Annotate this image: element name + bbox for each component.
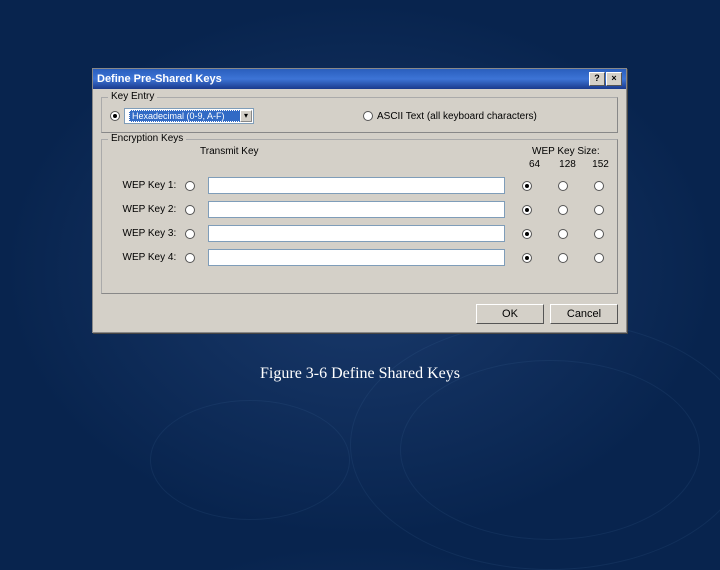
size-64-radio-2[interactable] xyxy=(522,205,532,215)
size-64-radio-4[interactable] xyxy=(522,253,532,263)
size-128-radio-2[interactable] xyxy=(558,205,568,215)
ascii-label: ASCII Text (all keyboard characters) xyxy=(377,111,537,122)
wep-key-row-1: WEP Key 1: xyxy=(110,177,609,194)
transmit-radio-4[interactable] xyxy=(185,253,195,263)
titlebar: Define Pre-Shared Keys ? × xyxy=(93,69,626,89)
hex-combo[interactable]: Hexadecimal (0-9, A-F) ▾ xyxy=(124,108,254,124)
size-128-label: 128 xyxy=(559,159,576,170)
size-64-radio-1[interactable] xyxy=(522,181,532,191)
hex-combo-text: Hexadecimal (0-9, A-F) xyxy=(129,110,249,122)
size-64-label: 64 xyxy=(526,159,543,170)
transmit-key-header: Transmit Key xyxy=(200,146,260,157)
wep-key-size-header: WEP Key Size: xyxy=(532,146,600,157)
wep-key-row-3: WEP Key 3: xyxy=(110,225,609,242)
key-entry-group: Key Entry Hexadecimal (0-9, A-F) ▾ ASCII… xyxy=(101,97,618,133)
wep-key-4-label: WEP Key 4: xyxy=(110,252,180,263)
wep-key-3-label: WEP Key 3: xyxy=(110,228,180,239)
encryption-keys-group: Encryption Keys Transmit Key WEP Key Siz… xyxy=(101,139,618,294)
transmit-radio-2[interactable] xyxy=(185,205,195,215)
dialog-define-preshared-keys: Define Pre-Shared Keys ? × Key Entry Hex… xyxy=(92,68,627,333)
wep-key-2-label: WEP Key 2: xyxy=(110,204,180,215)
wep-key-row-4: WEP Key 4: xyxy=(110,249,609,266)
size-128-radio-4[interactable] xyxy=(558,253,568,263)
help-button[interactable]: ? xyxy=(589,72,605,86)
radio-ascii[interactable] xyxy=(363,111,373,121)
titlebar-title: Define Pre-Shared Keys xyxy=(97,73,589,85)
wep-key-1-label: WEP Key 1: xyxy=(110,180,180,191)
wep-key-2-input[interactable] xyxy=(208,201,505,218)
size-152-label: 152 xyxy=(592,159,609,170)
ok-button[interactable]: OK xyxy=(476,304,544,324)
figure-caption: Figure 3-6 Define Shared Keys xyxy=(0,365,720,383)
size-152-radio-4[interactable] xyxy=(594,253,604,263)
size-128-radio-1[interactable] xyxy=(558,181,568,191)
transmit-radio-1[interactable] xyxy=(185,181,195,191)
wep-key-4-input[interactable] xyxy=(208,249,505,266)
wep-key-row-2: WEP Key 2: xyxy=(110,201,609,218)
close-button[interactable]: × xyxy=(606,72,622,86)
encryption-keys-group-label: Encryption Keys xyxy=(108,133,186,144)
transmit-radio-3[interactable] xyxy=(185,229,195,239)
radio-hex[interactable] xyxy=(110,111,120,121)
key-entry-group-label: Key Entry xyxy=(108,91,157,102)
chevron-down-icon[interactable]: ▾ xyxy=(240,110,252,122)
wep-key-3-input[interactable] xyxy=(208,225,505,242)
size-152-radio-3[interactable] xyxy=(594,229,604,239)
size-152-radio-2[interactable] xyxy=(594,205,604,215)
size-152-radio-1[interactable] xyxy=(594,181,604,191)
size-128-radio-3[interactable] xyxy=(558,229,568,239)
size-64-radio-3[interactable] xyxy=(522,229,532,239)
wep-key-1-input[interactable] xyxy=(208,177,505,194)
cancel-button[interactable]: Cancel xyxy=(550,304,618,324)
